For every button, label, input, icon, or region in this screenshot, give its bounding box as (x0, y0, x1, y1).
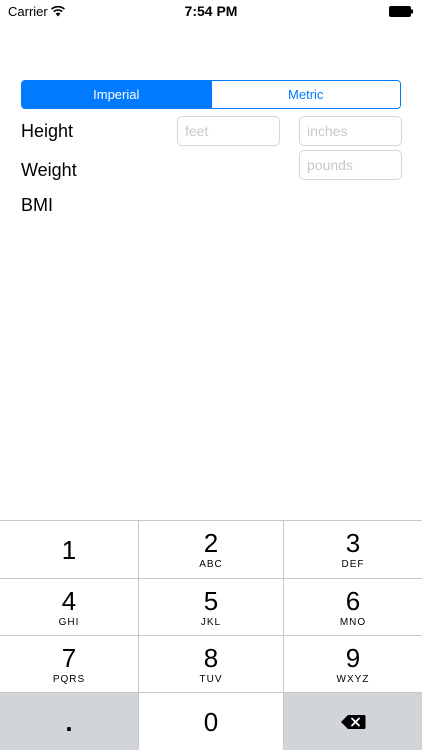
height-label: Height (21, 121, 74, 141)
battery-icon (389, 6, 413, 17)
inches-field[interactable] (299, 116, 402, 146)
key-letters: MNO (339, 616, 367, 628)
key-digit: 4 (61, 585, 77, 616)
status-time: 7:54 PM (184, 3, 238, 19)
decimal-point: . (65, 706, 73, 737)
key-digit: 5 (203, 585, 219, 616)
key-letters: TUV (199, 673, 223, 685)
key-3[interactable]: 3 DEF (284, 521, 422, 579)
key-digit: 3 (345, 528, 361, 558)
key-letters: PQRS (52, 673, 86, 685)
key-7[interactable]: 7 PQRS (0, 636, 139, 693)
numeric-keypad: 1 2 ABC 3 DEF 4 GHI 5 JKL 6 MNO 7 PQRS 8… (0, 520, 422, 750)
key-letters: WXYZ (336, 673, 370, 685)
key-digit: 1 (61, 534, 77, 565)
key-5[interactable]: 5 JKL (139, 579, 284, 636)
pounds-field[interactable] (299, 150, 402, 180)
key-digit: 6 (345, 585, 361, 616)
segment-imperial[interactable]: Imperial (22, 81, 211, 108)
key-6[interactable]: 6 MNO (284, 579, 422, 636)
weight-label: Weight (21, 160, 77, 180)
bmi-label: BMI (21, 195, 54, 215)
key-2[interactable]: 2 ABC (139, 521, 284, 579)
key-digit: 8 (203, 642, 219, 673)
key-decimal[interactable]: . (0, 693, 139, 750)
key-letters: JKL (200, 616, 222, 628)
key-letters: GHI (58, 616, 80, 628)
key-digit: 2 (203, 528, 219, 558)
key-1[interactable]: 1 (0, 521, 139, 579)
unit-segmented-control: Imperial Metric (21, 80, 401, 109)
key-digit: 7 (61, 642, 77, 673)
key-digit: 9 (345, 642, 361, 673)
backspace-icon (341, 715, 366, 729)
key-4[interactable]: 4 GHI (0, 579, 139, 636)
segment-metric[interactable]: Metric (210, 81, 400, 108)
key-letters: ABC (199, 559, 223, 570)
feet-field[interactable] (177, 116, 280, 146)
key-letters: DEF (341, 559, 365, 570)
key-digit: 0 (203, 707, 219, 737)
key-0[interactable]: 0 (139, 693, 284, 750)
key-9[interactable]: 9 WXYZ (284, 636, 422, 693)
key-8[interactable]: 8 TUV (139, 636, 284, 693)
status-bar: Carrier 7:54 PM (0, 0, 422, 22)
key-delete[interactable] (284, 693, 422, 750)
